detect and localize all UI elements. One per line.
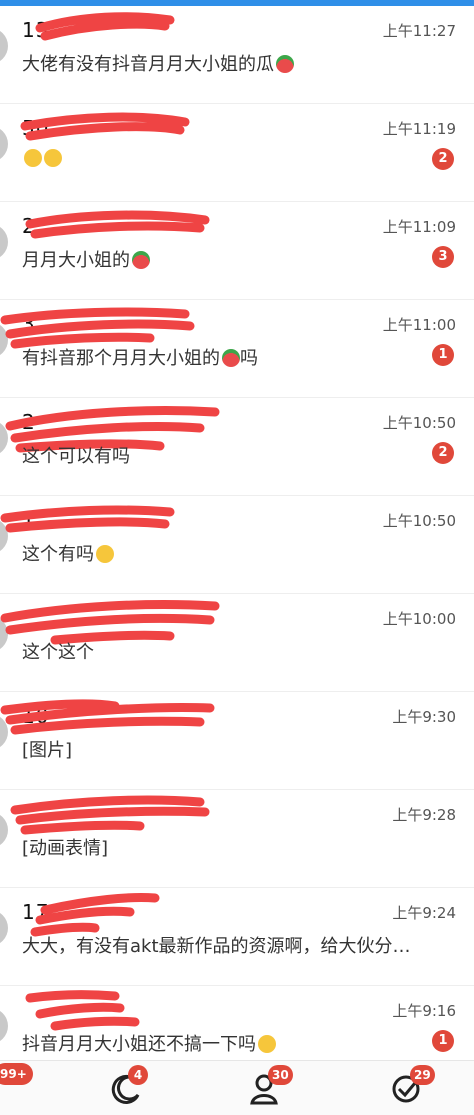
conversation-row[interactable]: 2 月月大小姐的 上午11:09 3 (0, 202, 474, 300)
timestamp: 上午10:00 (382, 610, 456, 628)
nav-badge: 4 (128, 1065, 148, 1085)
message-preview: 大大，有没有akt最新作品的资源啊，给大伙分… (22, 936, 411, 957)
conversation-row[interactable]: 17 大大，有没有akt最新作品的资源啊，给大伙分… 上午9:24 (0, 888, 474, 986)
unread-badge: 1 (432, 1030, 454, 1052)
contact-name: 10 (22, 704, 50, 728)
avatar (0, 518, 8, 554)
avatar (0, 1008, 8, 1044)
conversation-row[interactable]: 13 大佬有没有抖音月月大小姐的瓜 上午11:27 (0, 6, 474, 104)
avatar (0, 616, 8, 652)
avatar (0, 812, 8, 848)
timestamp: 上午10:50 (382, 414, 456, 432)
bottom-navigation: 99+ 4 30 29 (0, 1060, 474, 1115)
avatar (0, 322, 8, 358)
watermelon-icon (276, 55, 294, 73)
message-preview: 这个有吗 (22, 540, 114, 566)
contact-name: 2 (22, 214, 36, 238)
message-preview (22, 148, 62, 169)
avatar (0, 714, 8, 750)
timestamp: 上午11:19 (382, 120, 456, 138)
conversation-row[interactable]: 50 上午11:19 2 (0, 104, 474, 202)
conversation-list: 13 大佬有没有抖音月月大小姐的瓜 上午11:27 50 上午11:19 2 2… (0, 6, 474, 1084)
message-preview: 有抖音那个月月大小姐的吗 (22, 348, 258, 369)
unread-badge: 1 (432, 344, 454, 366)
nav-badge: 30 (268, 1065, 293, 1085)
timestamp: 上午9:24 (392, 904, 456, 922)
message-preview: 大佬有没有抖音月月大小姐的瓜 (22, 50, 294, 76)
timestamp: 上午9:30 (392, 708, 456, 726)
conversation-row[interactable]: 这个这个 上午10:00 (0, 594, 474, 692)
grin-emoji-icon (24, 149, 42, 167)
avatar (0, 224, 8, 260)
timestamp: 上午11:27 (382, 22, 456, 40)
message-preview: [图片] (22, 740, 73, 761)
nav-tab-person[interactable]: 30 (246, 1065, 293, 1109)
grin-emoji-icon (44, 149, 62, 167)
contact-name: 2 (22, 410, 36, 434)
avatar (0, 28, 8, 64)
nav-tab-moon[interactable]: 4 (106, 1065, 148, 1109)
nav-tab-check[interactable]: 29 (388, 1065, 435, 1109)
timestamp: 上午11:09 (382, 218, 456, 236)
conversation-row[interactable]: 10 [图片] 上午9:30 (0, 692, 474, 790)
timestamp: 上午10:50 (382, 512, 456, 530)
avatar (0, 420, 8, 456)
conversation-row[interactable]: 1 这个有吗 上午10:50 (0, 496, 474, 594)
contact-name: 3 (22, 312, 36, 336)
smile-emoji-icon (96, 545, 114, 563)
conversation-row[interactable]: 3 有抖音那个月月大小姐的吗 上午11:00 1 (0, 300, 474, 398)
message-preview: 这个这个 (22, 642, 94, 663)
contact-name: 17 (22, 900, 50, 924)
message-preview: [动画表情] (22, 838, 109, 859)
timestamp: 上午9:28 (392, 806, 456, 824)
message-preview: 抖音月月大小姐还不搞一下吗 (22, 1030, 276, 1056)
edge-unread-badge: 99+ (0, 1063, 33, 1085)
unread-badge: 3 (432, 246, 454, 268)
avatar (0, 126, 8, 162)
contact-name: 13 (22, 18, 50, 42)
message-preview: 月月大小姐的 (22, 246, 150, 272)
contact-name: 1 (22, 508, 36, 532)
avatar (0, 910, 8, 946)
conversation-row[interactable]: [动画表情] 上午9:28 (0, 790, 474, 888)
unread-badge: 2 (432, 148, 454, 170)
watermelon-icon (222, 349, 240, 367)
timestamp: 上午11:00 (382, 316, 456, 334)
message-preview: 这个可以有吗 (22, 446, 130, 467)
contact-name: 50 (22, 116, 50, 140)
conversation-row[interactable]: 2 这个可以有吗 上午10:50 2 (0, 398, 474, 496)
nav-badge: 29 (410, 1065, 435, 1085)
thinking-emoji-icon (258, 1035, 276, 1053)
unread-badge: 2 (432, 442, 454, 464)
timestamp: 上午9:16 (392, 1002, 456, 1020)
watermelon-icon (132, 251, 150, 269)
